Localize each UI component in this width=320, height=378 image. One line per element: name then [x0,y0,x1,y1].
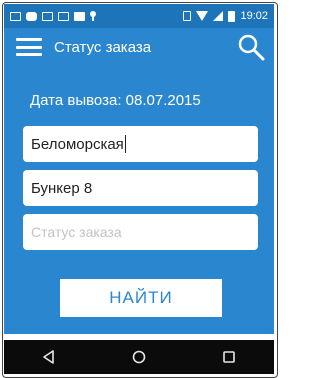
status-input[interactable]: Статус заказа [23,214,258,250]
phone-screen: 19:02 Статус заказа Дата вывоза: 08.07.2… [0,0,278,378]
pickup-date-label: Дата вывоза: 08.07.2015 [30,92,201,109]
order-status-form: Дата вывоза: 08.07.2015 Беломорская Бунк… [4,66,274,334]
status-input-placeholder: Статус заказа [31,224,122,240]
bunker-input[interactable]: Бункер 8 [23,170,258,206]
notification-icons [10,11,96,21]
recents-icon[interactable] [209,343,249,371]
signal-icon [213,11,224,21]
navigation-bar [4,340,274,374]
system-icons: 19:02 [183,10,268,22]
status-bar: 19:02 [4,4,274,28]
back-icon[interactable] [29,343,69,371]
street-input[interactable]: Беломорская [23,126,258,162]
mail-icon [58,11,69,21]
text-cursor [124,135,126,153]
chat-icon [26,11,37,21]
search-icon[interactable] [236,32,266,62]
vibrate-icon [183,11,192,21]
hamburger-menu-icon[interactable] [16,38,42,56]
app-bar: Статус заказа [4,28,274,66]
battery-icon [228,10,236,22]
page-title: Статус заказа [54,38,152,56]
image-icon [42,11,53,21]
home-icon[interactable] [119,343,159,371]
pin-icon [90,11,96,21]
mail-icon [10,11,21,21]
clock: 19:02 [240,10,268,22]
bunker-input-value: Бункер 8 [31,179,93,197]
street-input-value: Беломорская [31,135,124,153]
wifi-icon [196,11,209,21]
find-button[interactable]: НАЙТИ [60,279,222,317]
bag-icon [74,11,85,21]
